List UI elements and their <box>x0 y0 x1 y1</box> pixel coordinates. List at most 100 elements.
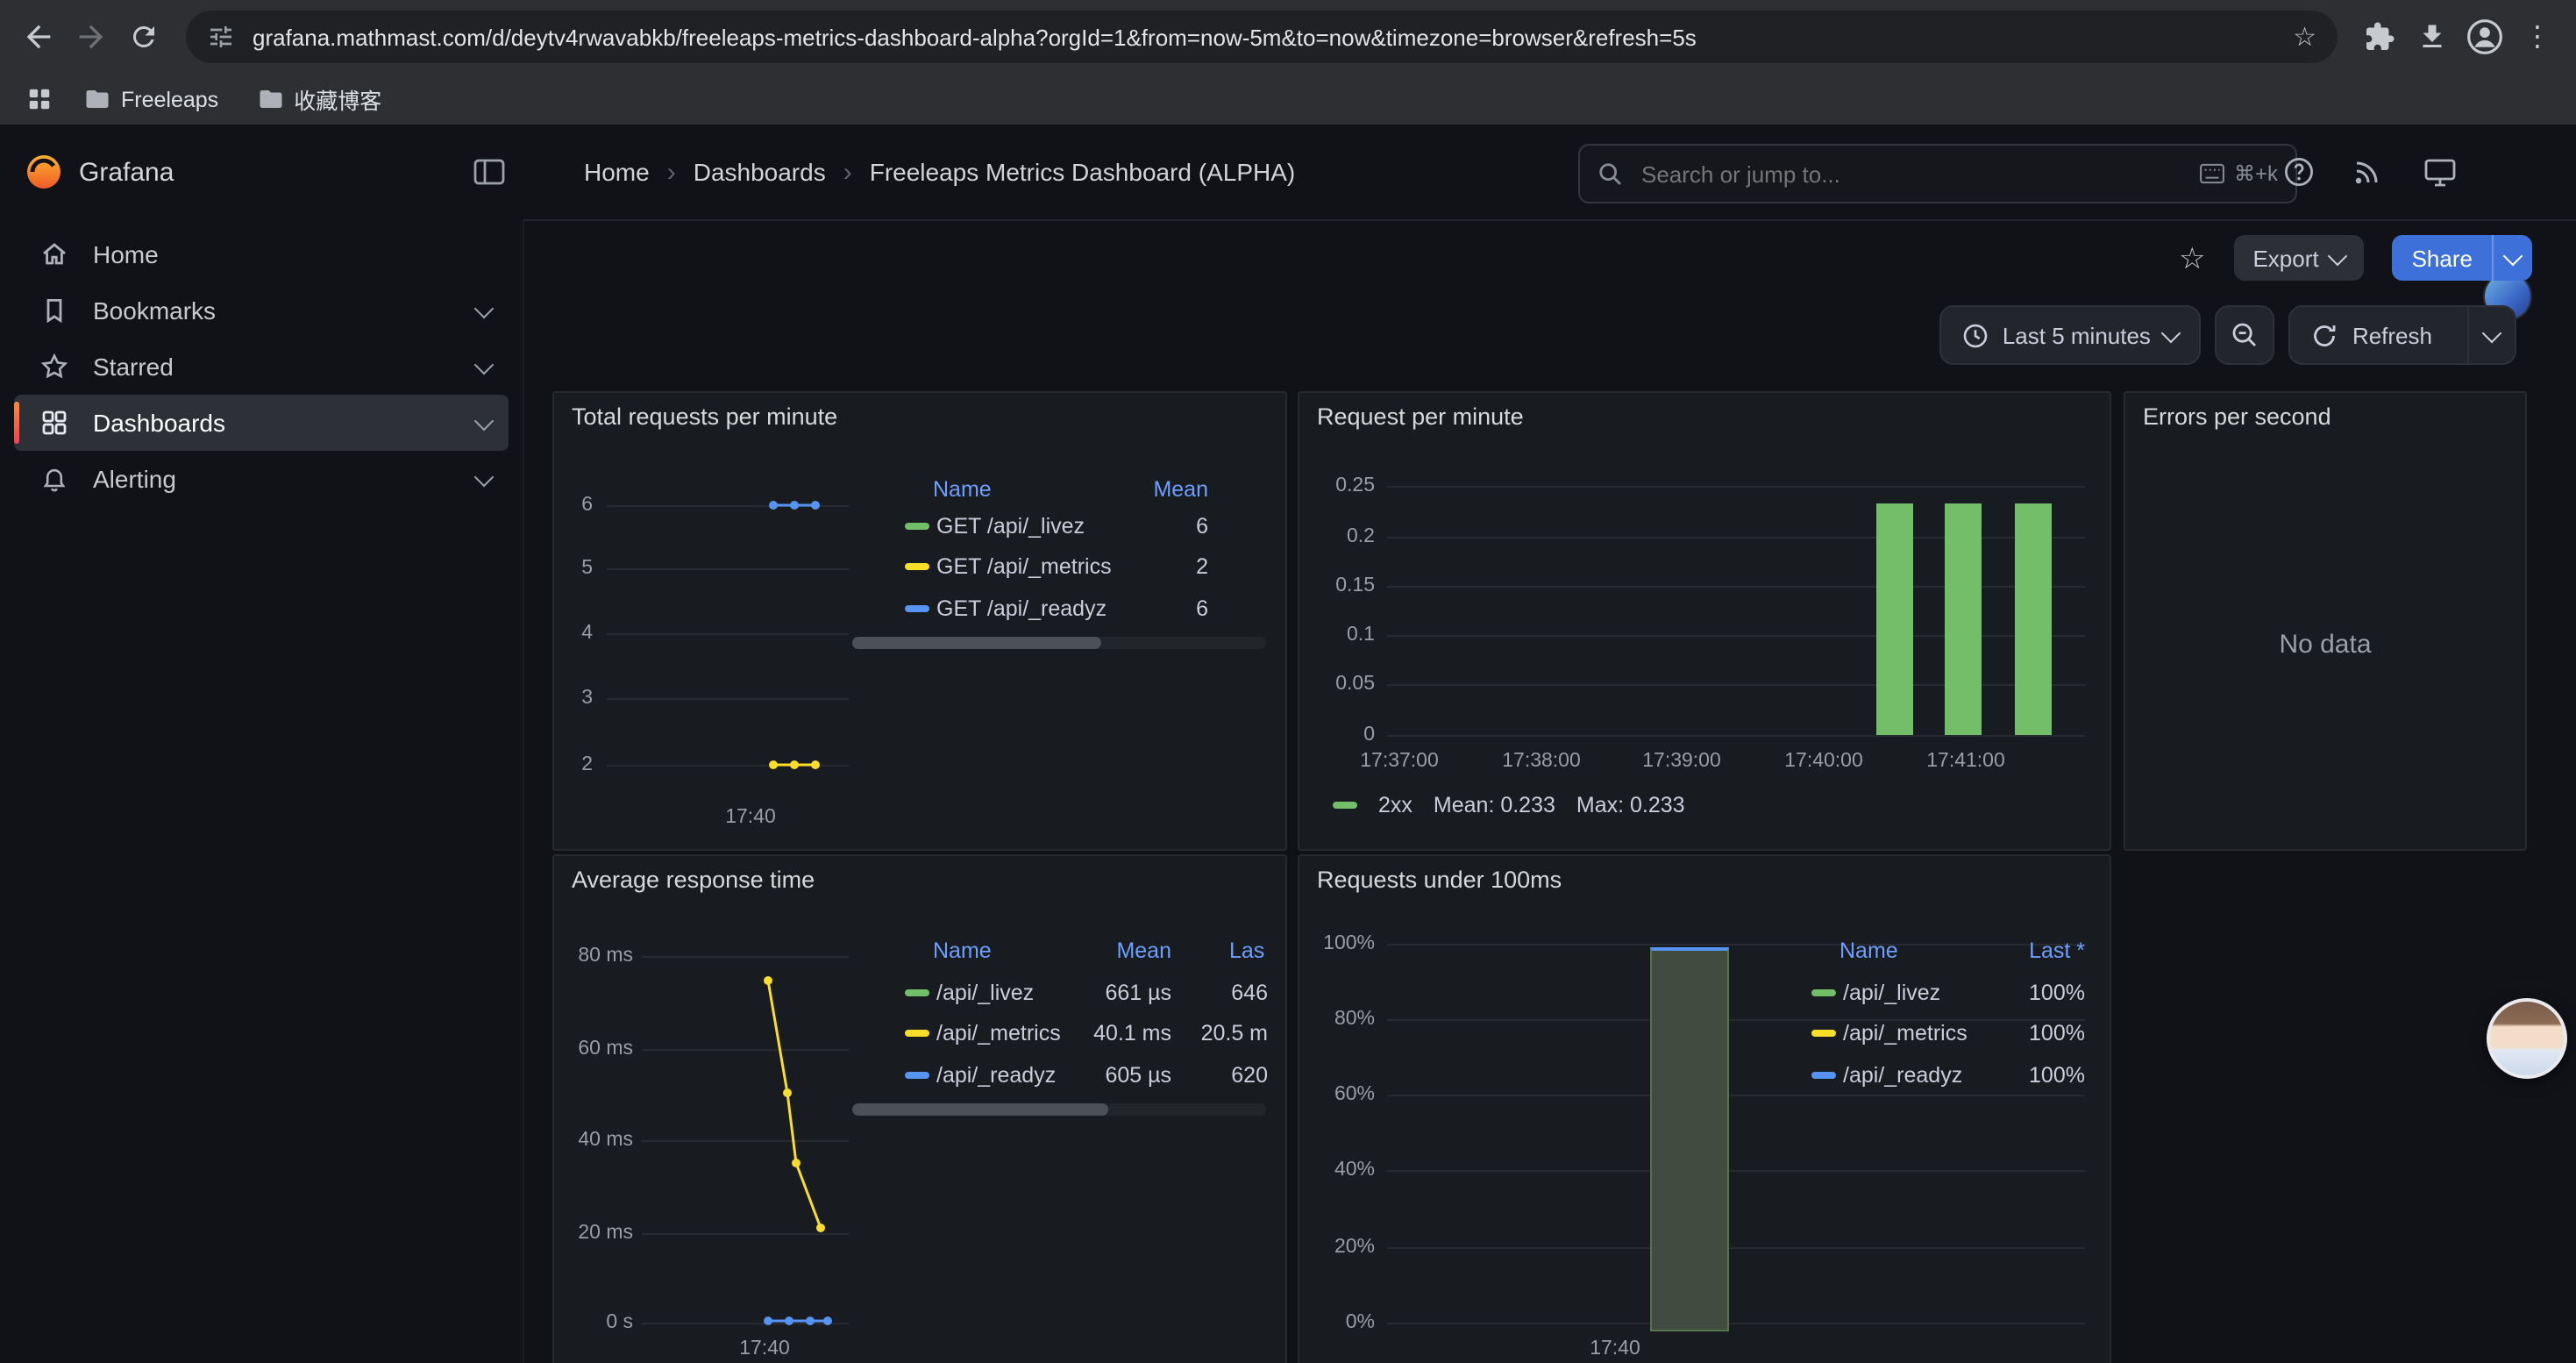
sidebar-item-home[interactable]: Home <box>14 226 509 282</box>
share-label[interactable]: Share <box>2393 235 2492 281</box>
monitor-icon[interactable] <box>2423 156 2457 188</box>
keyboard-icon <box>2199 163 2225 184</box>
legend-header-name[interactable]: Name <box>1839 933 1898 968</box>
url-input[interactable] <box>249 22 2279 52</box>
gridline <box>1387 735 2085 737</box>
help-icon[interactable] <box>2283 156 2315 188</box>
share-menu-caret[interactable] <box>2492 235 2532 281</box>
series-mean: 661 µs <box>1105 975 1171 1010</box>
bookmark-folder-freeleaps[interactable]: Freeleaps <box>70 81 232 118</box>
refresh-action[interactable]: Refresh <box>2291 307 2453 363</box>
address-bar[interactable]: ☆ <box>186 11 2338 63</box>
series-last: 100% <box>2029 1016 2085 1051</box>
y-tick: 0.05 <box>1305 674 1375 695</box>
sidebar-item-alerting[interactable]: Alerting <box>14 451 509 507</box>
y-tick: 0.15 <box>1305 575 1375 596</box>
back-icon[interactable] <box>14 12 63 61</box>
series-name[interactable]: 2xx <box>1378 793 1413 817</box>
time-range-label: Last 5 minutes <box>2003 322 2151 348</box>
extensions-icon[interactable] <box>2355 12 2404 61</box>
legend-header-mean[interactable]: Mean <box>1153 472 1208 507</box>
reload-icon[interactable] <box>119 12 168 61</box>
panel-total-requests: Total requests per minute 6 5 4 3 2 17:4… <box>552 391 1287 851</box>
series-last: 646 <box>1231 975 1268 1010</box>
sidebar-item-starred[interactable]: Starred <box>14 339 509 395</box>
search-input[interactable] <box>1638 159 2185 189</box>
gridline <box>1387 1247 2085 1249</box>
legend-header-last[interactable]: Las <box>1229 933 1264 968</box>
series-swatch <box>1811 1072 1836 1079</box>
forward-icon[interactable] <box>67 12 116 61</box>
screen: ☆ ⋮ Freeleaps 收藏博客 <box>0 0 2576 1363</box>
breadcrumb-chevron: › <box>667 157 676 187</box>
breadcrumb: Home › Dashboards › Freeleaps Metrics Da… <box>584 125 1295 219</box>
menu-kebab-icon[interactable]: ⋮ <box>2513 12 2562 61</box>
bookmark-folder-blogs[interactable]: 收藏博客 <box>243 77 395 121</box>
legend-header-name[interactable]: Name <box>933 472 992 507</box>
series-name[interactable]: /api/_readyz <box>936 1058 1056 1093</box>
series-mean: 40.1 ms <box>1093 1016 1171 1051</box>
export-button[interactable]: Export <box>2233 235 2364 281</box>
legend-row: /api/_readyz 100% <box>1811 1058 2085 1093</box>
assistant-avatar[interactable] <box>2487 998 2567 1079</box>
favorite-star-icon[interactable]: ☆ <box>2179 243 2206 273</box>
search-box[interactable]: ⌘+k <box>1578 144 2297 203</box>
site-info-icon[interactable] <box>207 23 235 51</box>
dashboard-actions: ☆ Export Share <box>523 219 2576 296</box>
bookmark-star-icon[interactable]: ☆ <box>2293 24 2316 50</box>
series-name[interactable]: GET /api/_readyz <box>936 591 1107 626</box>
series-swatch <box>1333 802 1357 809</box>
panel-title[interactable]: Request per minute <box>1317 403 1524 430</box>
legend-header-mean[interactable]: Mean <box>1116 933 1171 968</box>
legend-scrollbar[interactable] <box>852 1103 1266 1116</box>
series-name[interactable]: GET /api/_livez <box>936 509 1085 544</box>
zoom-out-icon[interactable] <box>2216 305 2275 365</box>
y-tick: 0.1 <box>1305 624 1375 646</box>
bookmark-folder-label: 收藏博客 <box>294 82 381 116</box>
breadcrumb-home[interactable]: Home <box>584 158 650 186</box>
chevron-down-icon[interactable] <box>474 467 495 487</box>
dashboards-icon <box>40 409 68 437</box>
series-name[interactable]: /api/_readyz <box>1843 1058 1962 1093</box>
series-name[interactable]: /api/_metrics <box>1843 1016 1968 1051</box>
legend-header: Name Mean <box>905 472 1264 507</box>
series-swatch <box>905 605 929 612</box>
series-name[interactable]: /api/_livez <box>1843 975 1940 1010</box>
legend-header-last[interactable]: Last * <box>2029 933 2085 968</box>
chevron-down-icon <box>2503 246 2523 266</box>
grafana-logo[interactable] <box>25 153 63 191</box>
bar-2xx <box>1876 503 1913 735</box>
refresh-icon <box>2312 322 2338 348</box>
panel-errors-per-second: Errors per second No data <box>2124 391 2527 851</box>
legend-header-name[interactable]: Name <box>933 933 992 968</box>
news-rss-icon[interactable] <box>2352 156 2383 188</box>
legend-scrollbar[interactable] <box>852 637 1266 649</box>
refresh-interval-caret[interactable] <box>2467 307 2515 363</box>
chevron-down-icon[interactable] <box>474 410 495 431</box>
time-range-picker[interactable]: Last 5 minutes <box>1939 305 2202 365</box>
sidebar-item-dashboards[interactable]: Dashboards <box>14 395 509 451</box>
series-mean: 6 <box>1196 591 1208 626</box>
panel-title[interactable]: Requests under 100ms <box>1317 867 1562 893</box>
series-last: 100% <box>2029 1058 2085 1093</box>
breadcrumb-current: Freeleaps Metrics Dashboard (ALPHA) <box>870 158 1296 186</box>
series-name[interactable]: /api/_livez <box>936 975 1034 1010</box>
sidebar-toggle-icon[interactable] <box>473 158 505 186</box>
series-swatch <box>1811 1030 1836 1037</box>
breadcrumb-dashboards[interactable]: Dashboards <box>694 158 826 186</box>
panel-title[interactable]: Errors per second <box>2143 403 2331 430</box>
y-tick: 60% <box>1305 1084 1375 1105</box>
series-name[interactable]: GET /api/_metrics <box>936 549 1112 584</box>
sidebar-item-bookmarks[interactable]: Bookmarks <box>14 282 509 339</box>
chevron-down-icon[interactable] <box>474 298 495 318</box>
profile-icon[interactable] <box>2460 12 2509 61</box>
apps-grid-icon[interactable] <box>18 78 60 120</box>
download-icon[interactable] <box>2408 12 2457 61</box>
chevron-down-icon <box>2162 323 2182 343</box>
series-swatch <box>905 989 929 996</box>
bell-icon <box>40 465 68 493</box>
series-name[interactable]: /api/_metrics <box>936 1016 1061 1051</box>
chevron-down-icon[interactable] <box>474 354 495 375</box>
breadcrumb-chevron: › <box>843 157 852 187</box>
sidebar-nav: Home Bookmarks Starred Dashboards <box>0 219 524 1363</box>
